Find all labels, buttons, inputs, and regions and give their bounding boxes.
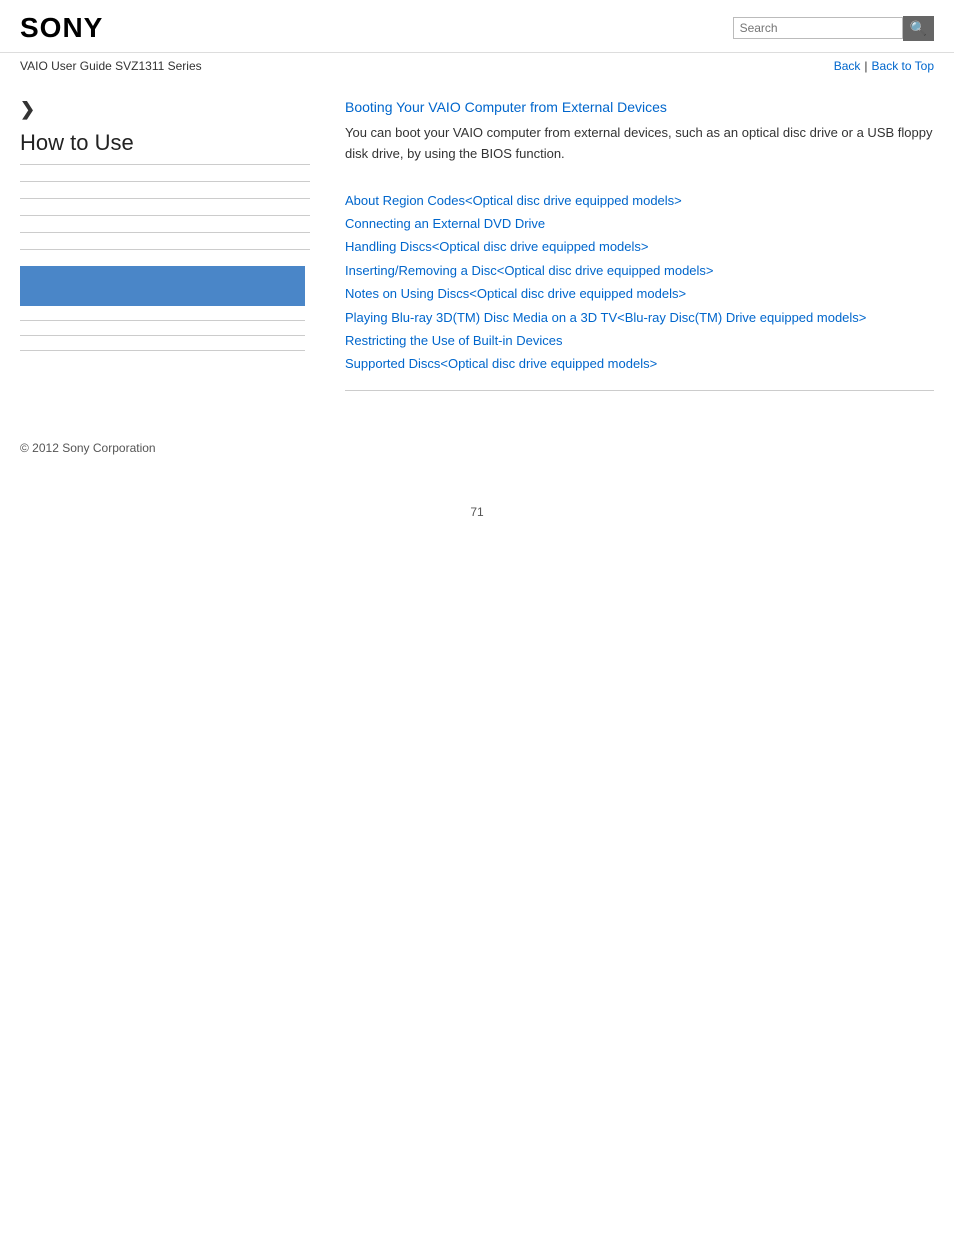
sidebar-item-line-5	[20, 249, 310, 250]
sidebar-item-line-1	[20, 181, 310, 182]
search-input[interactable]	[733, 17, 903, 39]
sidebar-highlighted-item[interactable]	[20, 266, 305, 306]
page-footer: © 2012 Sony Corporation	[0, 411, 954, 465]
back-to-top-link[interactable]: Back to Top	[872, 59, 934, 73]
content-link-2[interactable]: Handling Discs<Optical disc drive equipp…	[345, 235, 934, 258]
sidebar-placeholder-line-1	[20, 320, 305, 321]
back-link[interactable]: Back	[834, 59, 861, 73]
content-area: Booting Your VAIO Computer from External…	[325, 79, 934, 411]
search-area: 🔍	[733, 16, 934, 41]
page-number: 71	[0, 505, 954, 529]
sidebar-placeholder-line-3	[20, 350, 305, 351]
copyright-text: © 2012 Sony Corporation	[20, 441, 156, 455]
sidebar-title: How to Use	[20, 130, 310, 156]
content-link-6[interactable]: Restricting the Use of Built-in Devices	[345, 329, 934, 352]
breadcrumb-separator: |	[864, 59, 867, 73]
sidebar: ❯ How to Use	[20, 79, 325, 411]
content-link-5[interactable]: Playing Blu-ray 3D(TM) Disc Media on a 3…	[345, 306, 934, 329]
sidebar-divider-1	[20, 164, 310, 165]
sidebar-item-line-2	[20, 198, 310, 199]
content-link-4[interactable]: Notes on Using Discs<Optical disc drive …	[345, 282, 934, 305]
content-bottom-divider	[345, 390, 934, 391]
breadcrumb-nav: Back | Back to Top	[834, 59, 934, 73]
sidebar-arrow[interactable]: ❯	[20, 99, 310, 120]
sidebar-item-line-4	[20, 232, 310, 233]
sidebar-item-line-3	[20, 215, 310, 216]
content-links-section: About Region Codes<Optical disc drive eq…	[345, 189, 934, 376]
content-description: You can boot your VAIO computer from ext…	[345, 123, 934, 165]
main-container: ❯ How to Use Booting Your VAIO Computer …	[0, 79, 954, 411]
sony-logo: SONY	[20, 12, 103, 44]
sidebar-placeholder-line-2	[20, 335, 305, 336]
guide-title: VAIO User Guide SVZ1311 Series	[20, 59, 202, 73]
breadcrumb-bar: VAIO User Guide SVZ1311 Series Back | Ba…	[0, 53, 954, 79]
search-icon: 🔍	[910, 20, 927, 37]
content-link-7[interactable]: Supported Discs<Optical disc drive equip…	[345, 352, 934, 375]
page-header: SONY 🔍	[0, 0, 954, 53]
content-link-3[interactable]: Inserting/Removing a Disc<Optical disc d…	[345, 259, 934, 282]
content-link-0[interactable]: About Region Codes<Optical disc drive eq…	[345, 189, 934, 212]
content-link-1[interactable]: Connecting an External DVD Drive	[345, 212, 934, 235]
content-main-link[interactable]: Booting Your VAIO Computer from External…	[345, 99, 934, 115]
search-button[interactable]: 🔍	[903, 16, 934, 41]
